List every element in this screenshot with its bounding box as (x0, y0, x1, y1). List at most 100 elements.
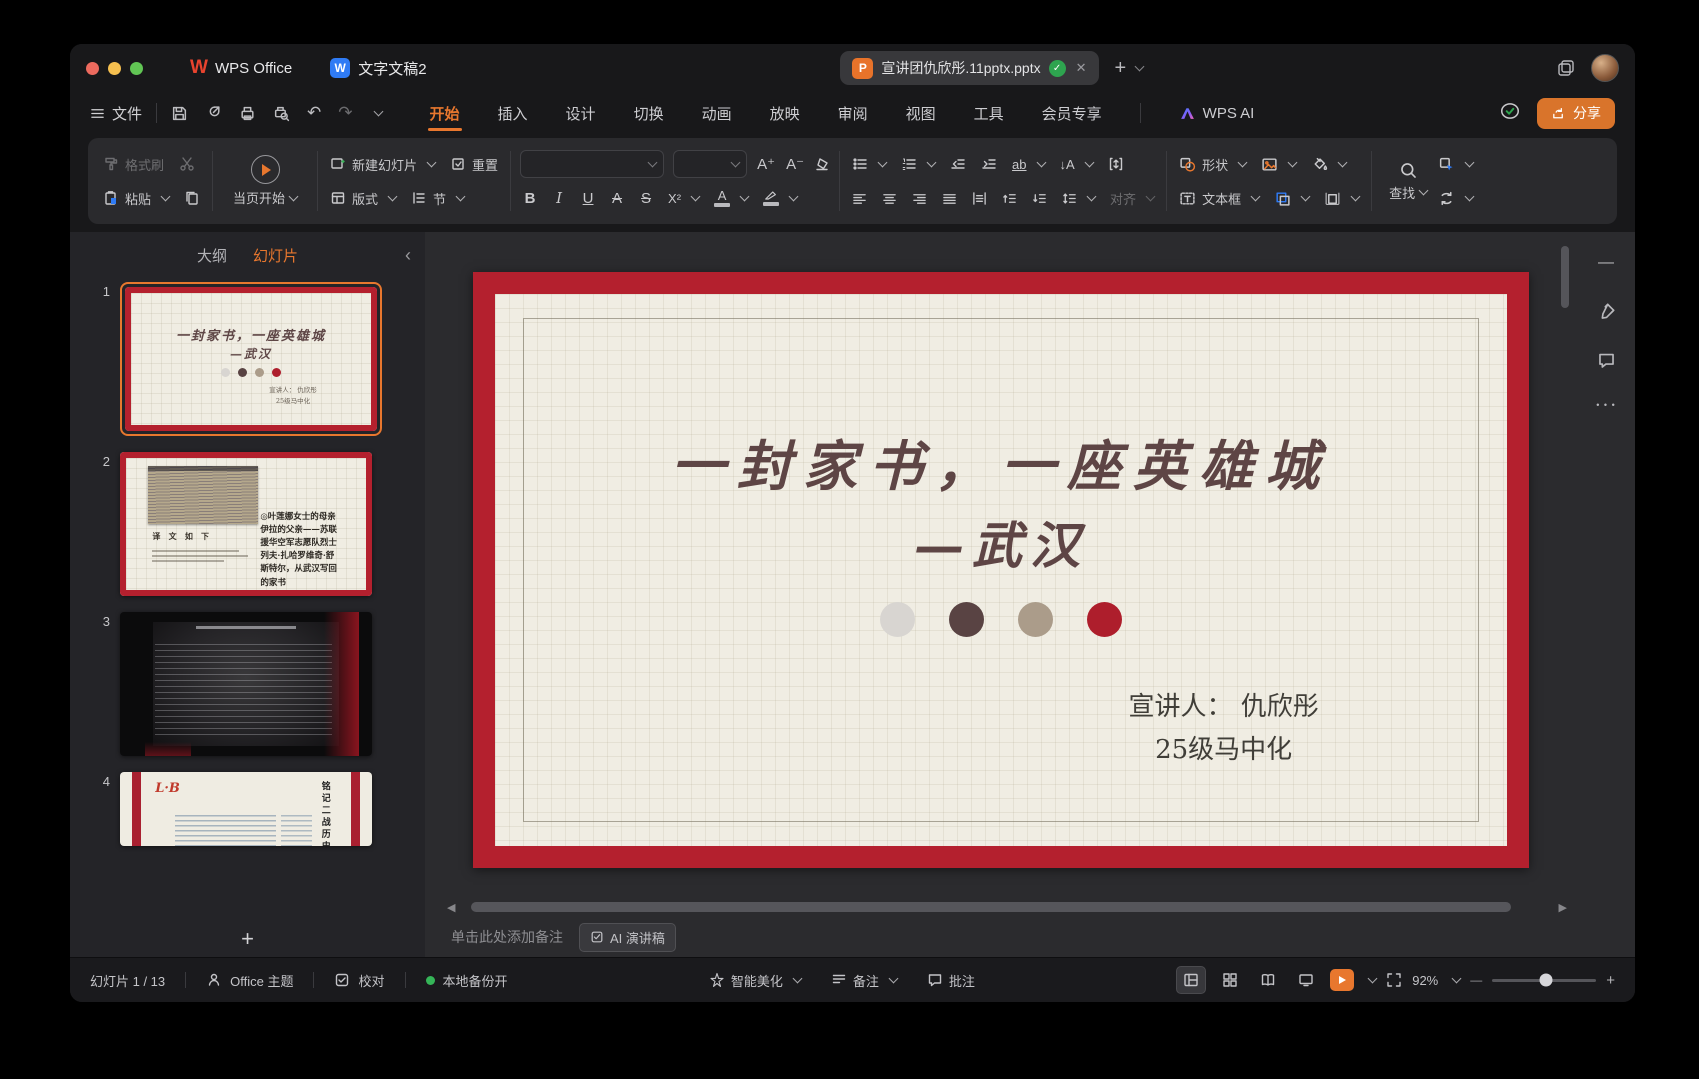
zoom-slider-handle[interactable] (1540, 974, 1553, 987)
object-align-button[interactable]: 对齐 (1107, 189, 1157, 208)
tab-animation[interactable]: 动画 (700, 94, 734, 133)
slide-sorter-view-button[interactable] (1216, 967, 1244, 993)
arrange-button[interactable] (1321, 190, 1362, 207)
comment-panel-icon[interactable] (1597, 351, 1616, 370)
new-tab-icon[interactable]: + (1115, 58, 1127, 78)
layout-button[interactable]: 版式 (327, 189, 399, 208)
text-direction-button[interactable]: ↓A (1057, 157, 1096, 172)
tab-outline[interactable]: 大纲 (197, 245, 227, 266)
slide-thumbnail-2[interactable]: 2 译 文 如 下 ◎叶莲娜女士的母亲 伊拉的父亲——苏联 援华空军志愿队烈士 … (94, 452, 425, 596)
slide-presenter-text[interactable]: 宣讲人： 仇欣彤 25级马中化 (1062, 686, 1386, 772)
play-options-chevron-icon[interactable] (1368, 974, 1378, 984)
tab-slideshow[interactable]: 放映 (768, 94, 802, 133)
tab-transition[interactable]: 切换 (632, 94, 666, 133)
decrease-indent-button[interactable] (947, 156, 969, 172)
zoom-chevron-icon[interactable] (1452, 974, 1462, 984)
current-slide[interactable]: 一封家书，一座英雄城 —武汉 宣讲人： 仇欣彤 25级马中化 (473, 272, 1529, 868)
shapes-button[interactable]: 形状 (1176, 155, 1249, 174)
tab-list-chevron-icon[interactable] (1135, 62, 1145, 72)
tab-insert[interactable]: 插入 (496, 94, 530, 133)
format-painter-button[interactable]: 格式刷 (100, 155, 167, 174)
slide-subtitle[interactable]: —武汉 (495, 506, 1507, 578)
zoom-out-button[interactable]: — (1470, 973, 1482, 987)
tab-view[interactable]: 视图 (904, 94, 938, 133)
zoom-slider[interactable] (1492, 979, 1596, 982)
reset-button[interactable]: 重置 (447, 155, 501, 174)
proofread-button[interactable]: 校对 (358, 971, 384, 990)
textbox-button[interactable]: 文本框 (1176, 189, 1262, 208)
fit-text-button[interactable] (1105, 156, 1127, 172)
decrease-font-button[interactable]: A⁻ (785, 155, 805, 173)
smart-beautify-button[interactable]: 智能美化 (731, 971, 783, 990)
tab-tools[interactable]: 工具 (972, 94, 1006, 133)
tab-wps-home[interactable]: W WPS Office (190, 57, 292, 79)
tab-design[interactable]: 设计 (564, 94, 598, 133)
more-panels-icon[interactable]: • • • (1596, 400, 1615, 410)
slide-thumbnail-1[interactable]: 1 一封家书，一座英雄城 —武汉 (94, 282, 425, 436)
select-button[interactable] (1435, 156, 1476, 173)
notes-chevron-icon[interactable] (888, 974, 898, 984)
increase-font-button[interactable]: A⁺ (756, 155, 776, 173)
qat-more-chevron-icon[interactable] (373, 107, 383, 117)
replace-button[interactable] (1435, 190, 1476, 207)
zoom-window-button[interactable] (130, 62, 143, 75)
italic-button[interactable]: I (549, 189, 569, 207)
share-button[interactable]: 分享 (1537, 98, 1615, 129)
ai-script-button[interactable]: AI 演讲稿 (579, 923, 676, 952)
copy-button[interactable] (181, 190, 203, 206)
scrollbar-thumb[interactable] (471, 902, 1510, 912)
find-button[interactable]: 查找 (1381, 143, 1435, 219)
tab-doc2[interactable]: W 文字文稿2 (330, 58, 426, 79)
line-spacing-button[interactable] (1059, 191, 1098, 206)
reading-view-button[interactable] (1254, 967, 1282, 993)
font-name-select[interactable] (520, 150, 664, 178)
group-button[interactable] (1271, 190, 1312, 207)
notes-button[interactable]: 备注 (853, 971, 879, 990)
file-menu[interactable]: 文件 (90, 103, 142, 124)
clear-format-icon[interactable] (814, 156, 830, 172)
slide-title[interactable]: 一封家书，一座英雄城 (495, 422, 1507, 501)
undo-icon[interactable]: ↶ (307, 103, 321, 123)
fill-color-button[interactable] (1308, 156, 1349, 173)
zoom-in-button[interactable]: + (1606, 972, 1615, 989)
tab-wps-ai[interactable]: WPS AI (1177, 96, 1257, 131)
align-left-button[interactable] (849, 191, 870, 206)
print-preview-icon[interactable] (273, 105, 290, 122)
line-spacing-up-button[interactable] (999, 191, 1020, 206)
fit-window-icon[interactable] (1386, 972, 1402, 988)
superscript-button[interactable]: X² (665, 191, 702, 206)
print-icon[interactable] (239, 105, 256, 122)
comments-button[interactable]: 批注 (949, 971, 975, 990)
normal-view-button[interactable] (1176, 966, 1206, 994)
slide-thumbnail-4[interactable]: 4 L·B 铭记二战历史 (94, 772, 425, 846)
font-size-select[interactable] (673, 150, 747, 178)
slide-thumbnail-3[interactable]: 3 (94, 612, 425, 756)
add-slide-button[interactable]: + (70, 921, 425, 957)
close-tab-icon[interactable]: ✕ (1076, 60, 1087, 76)
strikethrough-button[interactable]: S (636, 190, 656, 207)
redo-icon[interactable]: ↷ (338, 103, 352, 123)
new-slide-button[interactable]: 新建幻灯片 (327, 155, 438, 174)
slide-canvas[interactable]: 一封家书，一座英雄城 —武汉 宣讲人： 仇欣彤 25级马中化 (425, 232, 1577, 897)
scroll-right-icon[interactable]: ▶ (1559, 901, 1567, 914)
minimize-window-button[interactable] (108, 62, 121, 75)
scroll-left-icon[interactable]: ◀ (447, 901, 455, 914)
picture-button[interactable] (1258, 156, 1299, 173)
paste-button[interactable]: 粘贴 (100, 189, 172, 208)
horizontal-scrollbar[interactable]: ◀ ▶ (425, 897, 1577, 917)
tab-membership[interactable]: 会员专享 (1040, 94, 1104, 133)
vertical-scrollbar[interactable] (1561, 246, 1569, 308)
save-icon[interactable] (171, 105, 188, 122)
underline-button[interactable]: U (578, 190, 598, 207)
char-border-button[interactable]: A (607, 190, 627, 207)
section-button[interactable]: 节 (408, 189, 467, 208)
highlight-color-button[interactable] (760, 190, 800, 206)
cut-button[interactable] (176, 156, 198, 172)
justify-button[interactable] (939, 191, 960, 206)
notes-placeholder[interactable]: 单击此处添加备注 (451, 927, 563, 947)
switch-window-icon[interactable] (1557, 59, 1575, 77)
align-right-button[interactable] (909, 191, 930, 206)
account-avatar[interactable] (1591, 54, 1619, 82)
increase-indent-button[interactable] (978, 156, 1000, 172)
line-spacing-down-button[interactable] (1029, 191, 1050, 206)
